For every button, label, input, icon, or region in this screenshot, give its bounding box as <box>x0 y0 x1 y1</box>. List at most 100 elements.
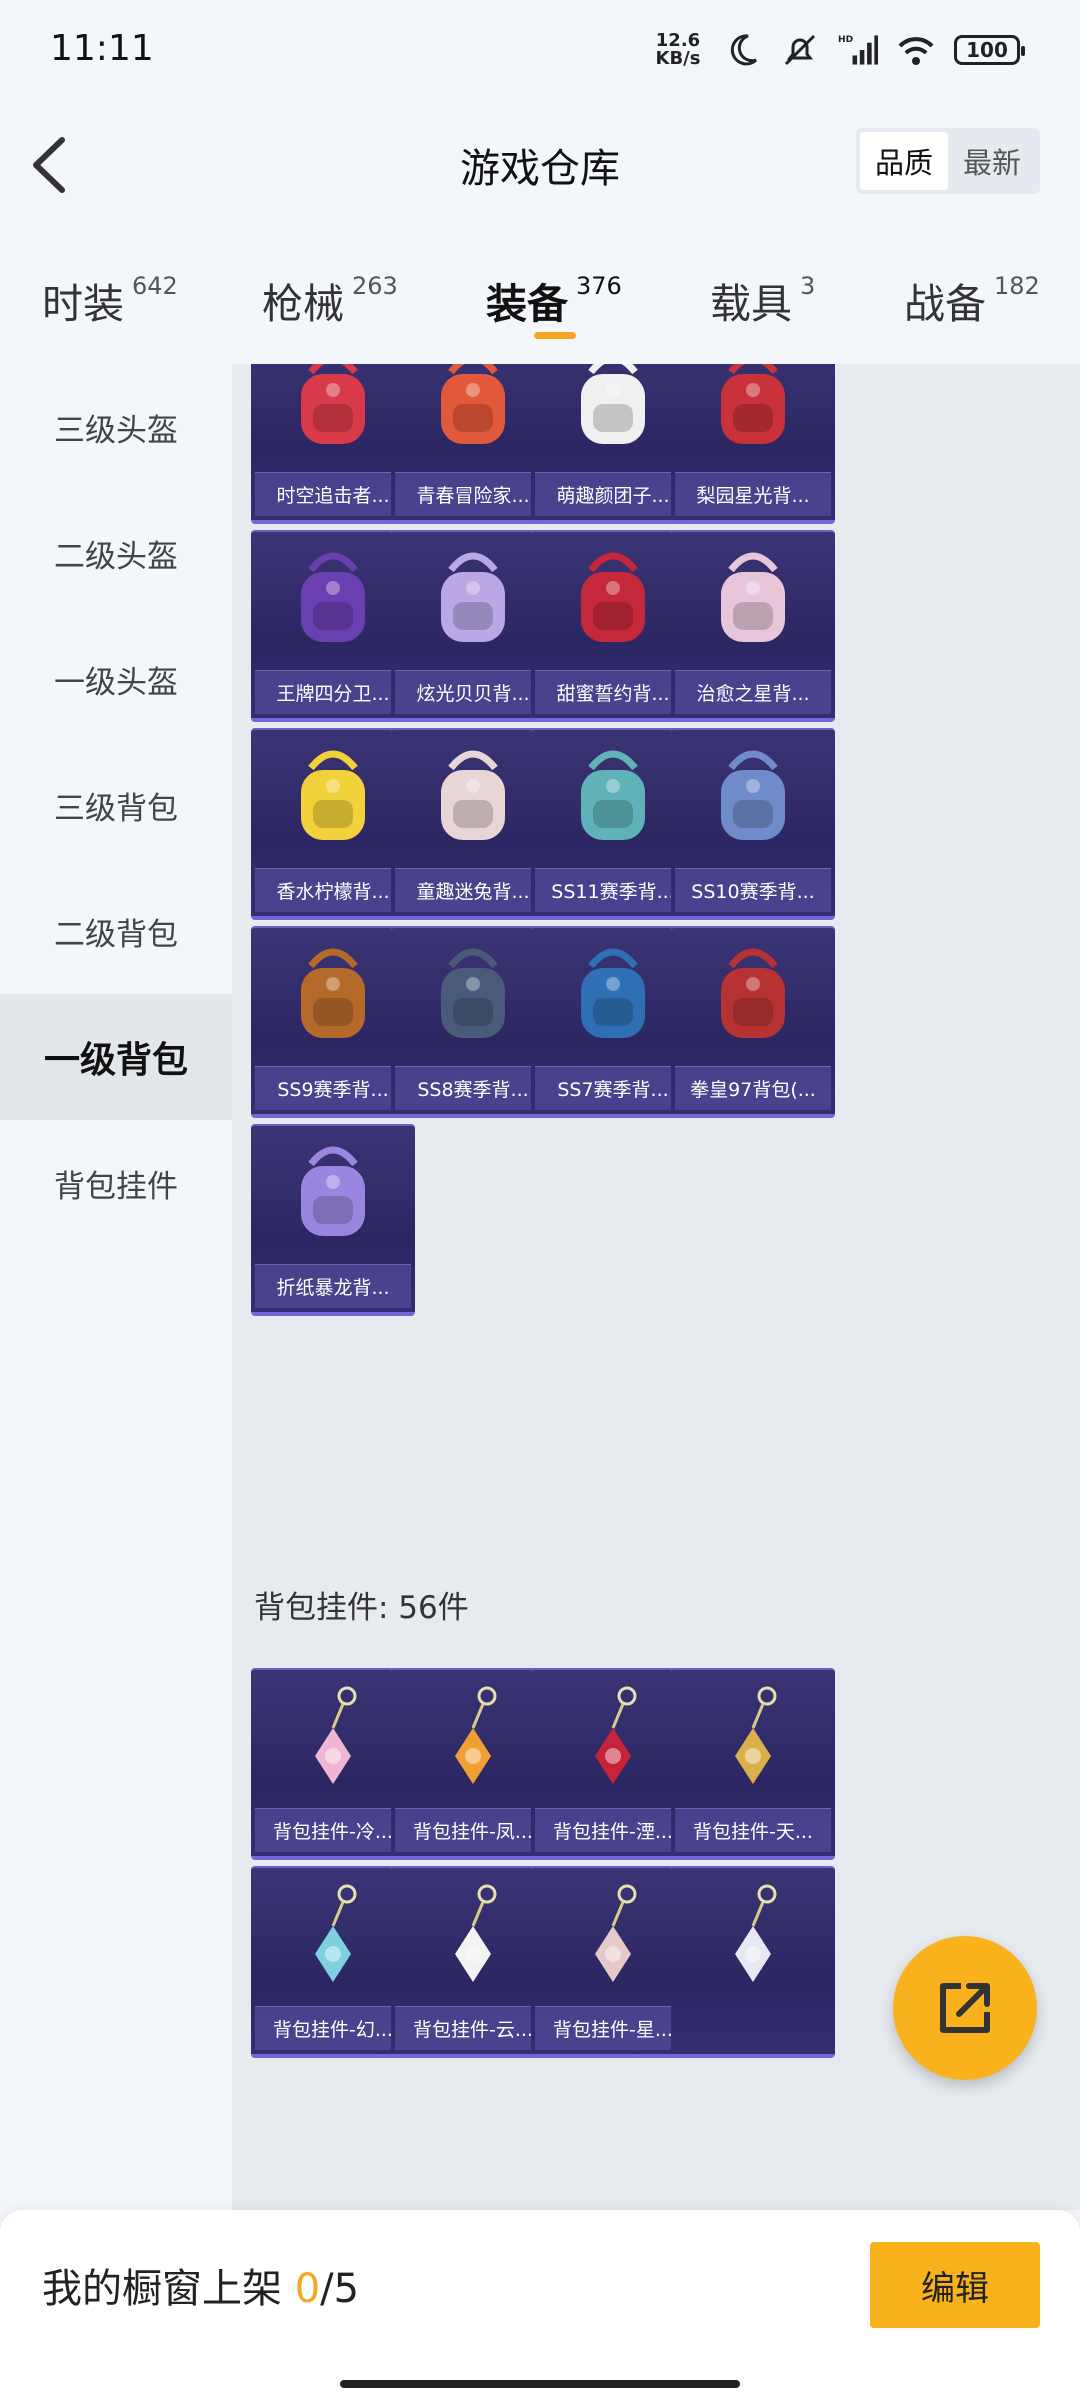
item-image <box>413 1678 533 1798</box>
item-image <box>693 738 813 858</box>
backpack-card[interactable]: 折纸暴龙背... <box>251 1124 415 1316</box>
item-name: 炫光贝贝背... <box>395 670 551 714</box>
tab-count: 642 <box>132 272 178 300</box>
share-button[interactable] <box>893 1936 1037 2080</box>
item-name: 青春冒险家... <box>395 472 551 516</box>
item-image <box>553 1678 673 1798</box>
showcase-count: 0 <box>294 2266 321 2312</box>
sidebar-item-backpack-lv1[interactable]: 一级背包 <box>0 994 232 1120</box>
item-image <box>273 936 393 1056</box>
status-time: 11:11 <box>50 28 154 69</box>
item-name: 王牌四分卫... <box>255 670 411 714</box>
backpack-card[interactable]: 治愈之星背... <box>671 530 835 722</box>
tab-label: 装备 <box>486 280 568 328</box>
tab-label: 战备 <box>904 280 986 328</box>
edit-button[interactable]: 编辑 <box>870 2242 1040 2328</box>
home-indicator <box>340 2380 740 2388</box>
status-icons: 12.6 KB/s HD 100 <box>652 28 1025 72</box>
svg-text:HD: HD <box>838 35 854 45</box>
active-tab-indicator <box>534 332 576 339</box>
mute-icon <box>784 34 816 66</box>
network-speed-unit: KB/s <box>655 48 701 69</box>
sidebar-item-helmet-lv3[interactable]: 三级头盔 <box>0 364 232 490</box>
item-image <box>413 540 533 660</box>
tab-count: 182 <box>994 272 1040 300</box>
item-name: 梨园星光背... <box>675 472 831 516</box>
item-name: 童趣迷兔背... <box>395 868 551 912</box>
backpack-card[interactable]: 梨园星光背... <box>671 364 835 524</box>
item-image <box>273 540 393 660</box>
item-name: 背包挂件-天... <box>675 1808 831 1852</box>
tab-equipment[interactable]: 装备 376 <box>486 270 622 330</box>
battery-icon: 100 <box>954 35 1025 65</box>
item-name: SS11赛季背... <box>535 868 691 912</box>
item-name: 背包挂件-星... <box>535 2006 691 2050</box>
showcase-label: 我的橱窗上架 <box>42 2266 295 2312</box>
network-speed: 12.6 KB/s <box>652 32 704 68</box>
sort-option-latest[interactable]: 最新 <box>948 132 1036 190</box>
item-image <box>413 738 533 858</box>
tab-label: 时装 <box>42 280 124 328</box>
sidebar: 三级头盔 二级头盔 一级头盔 三级背包 二级背包 一级背包 背包挂件 <box>0 364 232 2210</box>
hd-signal-icon: HD <box>838 35 878 65</box>
item-image <box>553 540 673 660</box>
item-name: SS9赛季背... <box>255 1066 411 1110</box>
item-name: 拳皇97背包(... <box>675 1066 831 1110</box>
status-bar: 11:11 12.6 KB/s HD 100 <box>0 0 1080 100</box>
backpack-card[interactable]: SS10赛季背... <box>671 728 835 920</box>
item-image <box>413 936 533 1056</box>
tab-supplies[interactable]: 战备 182 <box>904 270 1040 330</box>
item-image <box>693 1678 813 1798</box>
sort-option-quality[interactable]: 品质 <box>860 132 948 190</box>
tab-count: 3 <box>800 272 816 300</box>
sidebar-item-helmet-lv2[interactable]: 二级头盔 <box>0 490 232 616</box>
item-name: 背包挂件-湮... <box>535 1808 691 1852</box>
sort-toggle: 品质 最新 <box>856 128 1040 194</box>
item-image <box>273 364 393 462</box>
item-image <box>693 936 813 1056</box>
sidebar-item-backpack-lv2[interactable]: 二级背包 <box>0 868 232 994</box>
tab-label: 载具 <box>710 280 792 328</box>
item-image <box>693 1876 813 1996</box>
item-image <box>553 936 673 1056</box>
item-image <box>693 364 813 462</box>
item-image <box>273 1134 393 1254</box>
item-name: 治愈之星背... <box>675 670 831 714</box>
tab-firearms[interactable]: 枪械 263 <box>262 270 398 330</box>
tab-vehicles[interactable]: 载具 3 <box>710 270 815 330</box>
item-image <box>553 1876 673 1996</box>
item-name: 折纸暴龙背... <box>255 1264 411 1308</box>
item-name: 背包挂件-幻... <box>255 2006 411 2050</box>
header: 游戏仓库 品质 最新 <box>0 100 1080 230</box>
item-image <box>693 540 813 660</box>
tab-outfit[interactable]: 时装 642 <box>42 270 178 330</box>
item-image <box>553 738 673 858</box>
item-image <box>413 364 533 462</box>
item-image <box>273 738 393 858</box>
tab-label: 枪械 <box>262 280 344 328</box>
item-grid: 时空追击者... 青春冒险家... 萌趣颜团子... 梨园星光背... 王牌四分卫...… <box>232 364 1080 2210</box>
bottom-bar: 我的橱窗上架 0/5 编辑 <box>0 2210 1080 2400</box>
pendant-section-heading: 背包挂件: 56件 <box>254 1590 469 1626</box>
pendant-card[interactable]: 背包挂件-天... <box>671 1668 835 1860</box>
tab-count: 376 <box>576 272 622 300</box>
item-name: 背包挂件-冷... <box>255 1808 411 1852</box>
item-name: SS7赛季背... <box>535 1066 691 1110</box>
item-name: SS8赛季背... <box>395 1066 551 1110</box>
backpack-card[interactable]: 拳皇97背包(... <box>671 926 835 1118</box>
share-icon <box>940 1983 990 2033</box>
item-name: 背包挂件-云... <box>395 2006 551 2050</box>
showcase-status: 我的橱窗上架 0/5 <box>42 2256 359 2314</box>
item-image <box>413 1876 533 1996</box>
item-name: 甜蜜誓约背... <box>535 670 691 714</box>
item-name: 时空追击者... <box>255 472 411 516</box>
sidebar-item-backpack-lv3[interactable]: 三级背包 <box>0 742 232 868</box>
pendant-card[interactable] <box>671 1866 835 2058</box>
wifi-icon <box>898 37 934 65</box>
item-name: 香水柠檬背... <box>255 868 411 912</box>
sidebar-item-backpack-pendant[interactable]: 背包挂件 <box>0 1120 232 1246</box>
sidebar-item-helmet-lv1[interactable]: 一级头盔 <box>0 616 232 742</box>
item-name: 背包挂件-凤... <box>395 1808 551 1852</box>
item-name: SS10赛季背... <box>675 868 831 912</box>
item-image <box>273 1678 393 1798</box>
